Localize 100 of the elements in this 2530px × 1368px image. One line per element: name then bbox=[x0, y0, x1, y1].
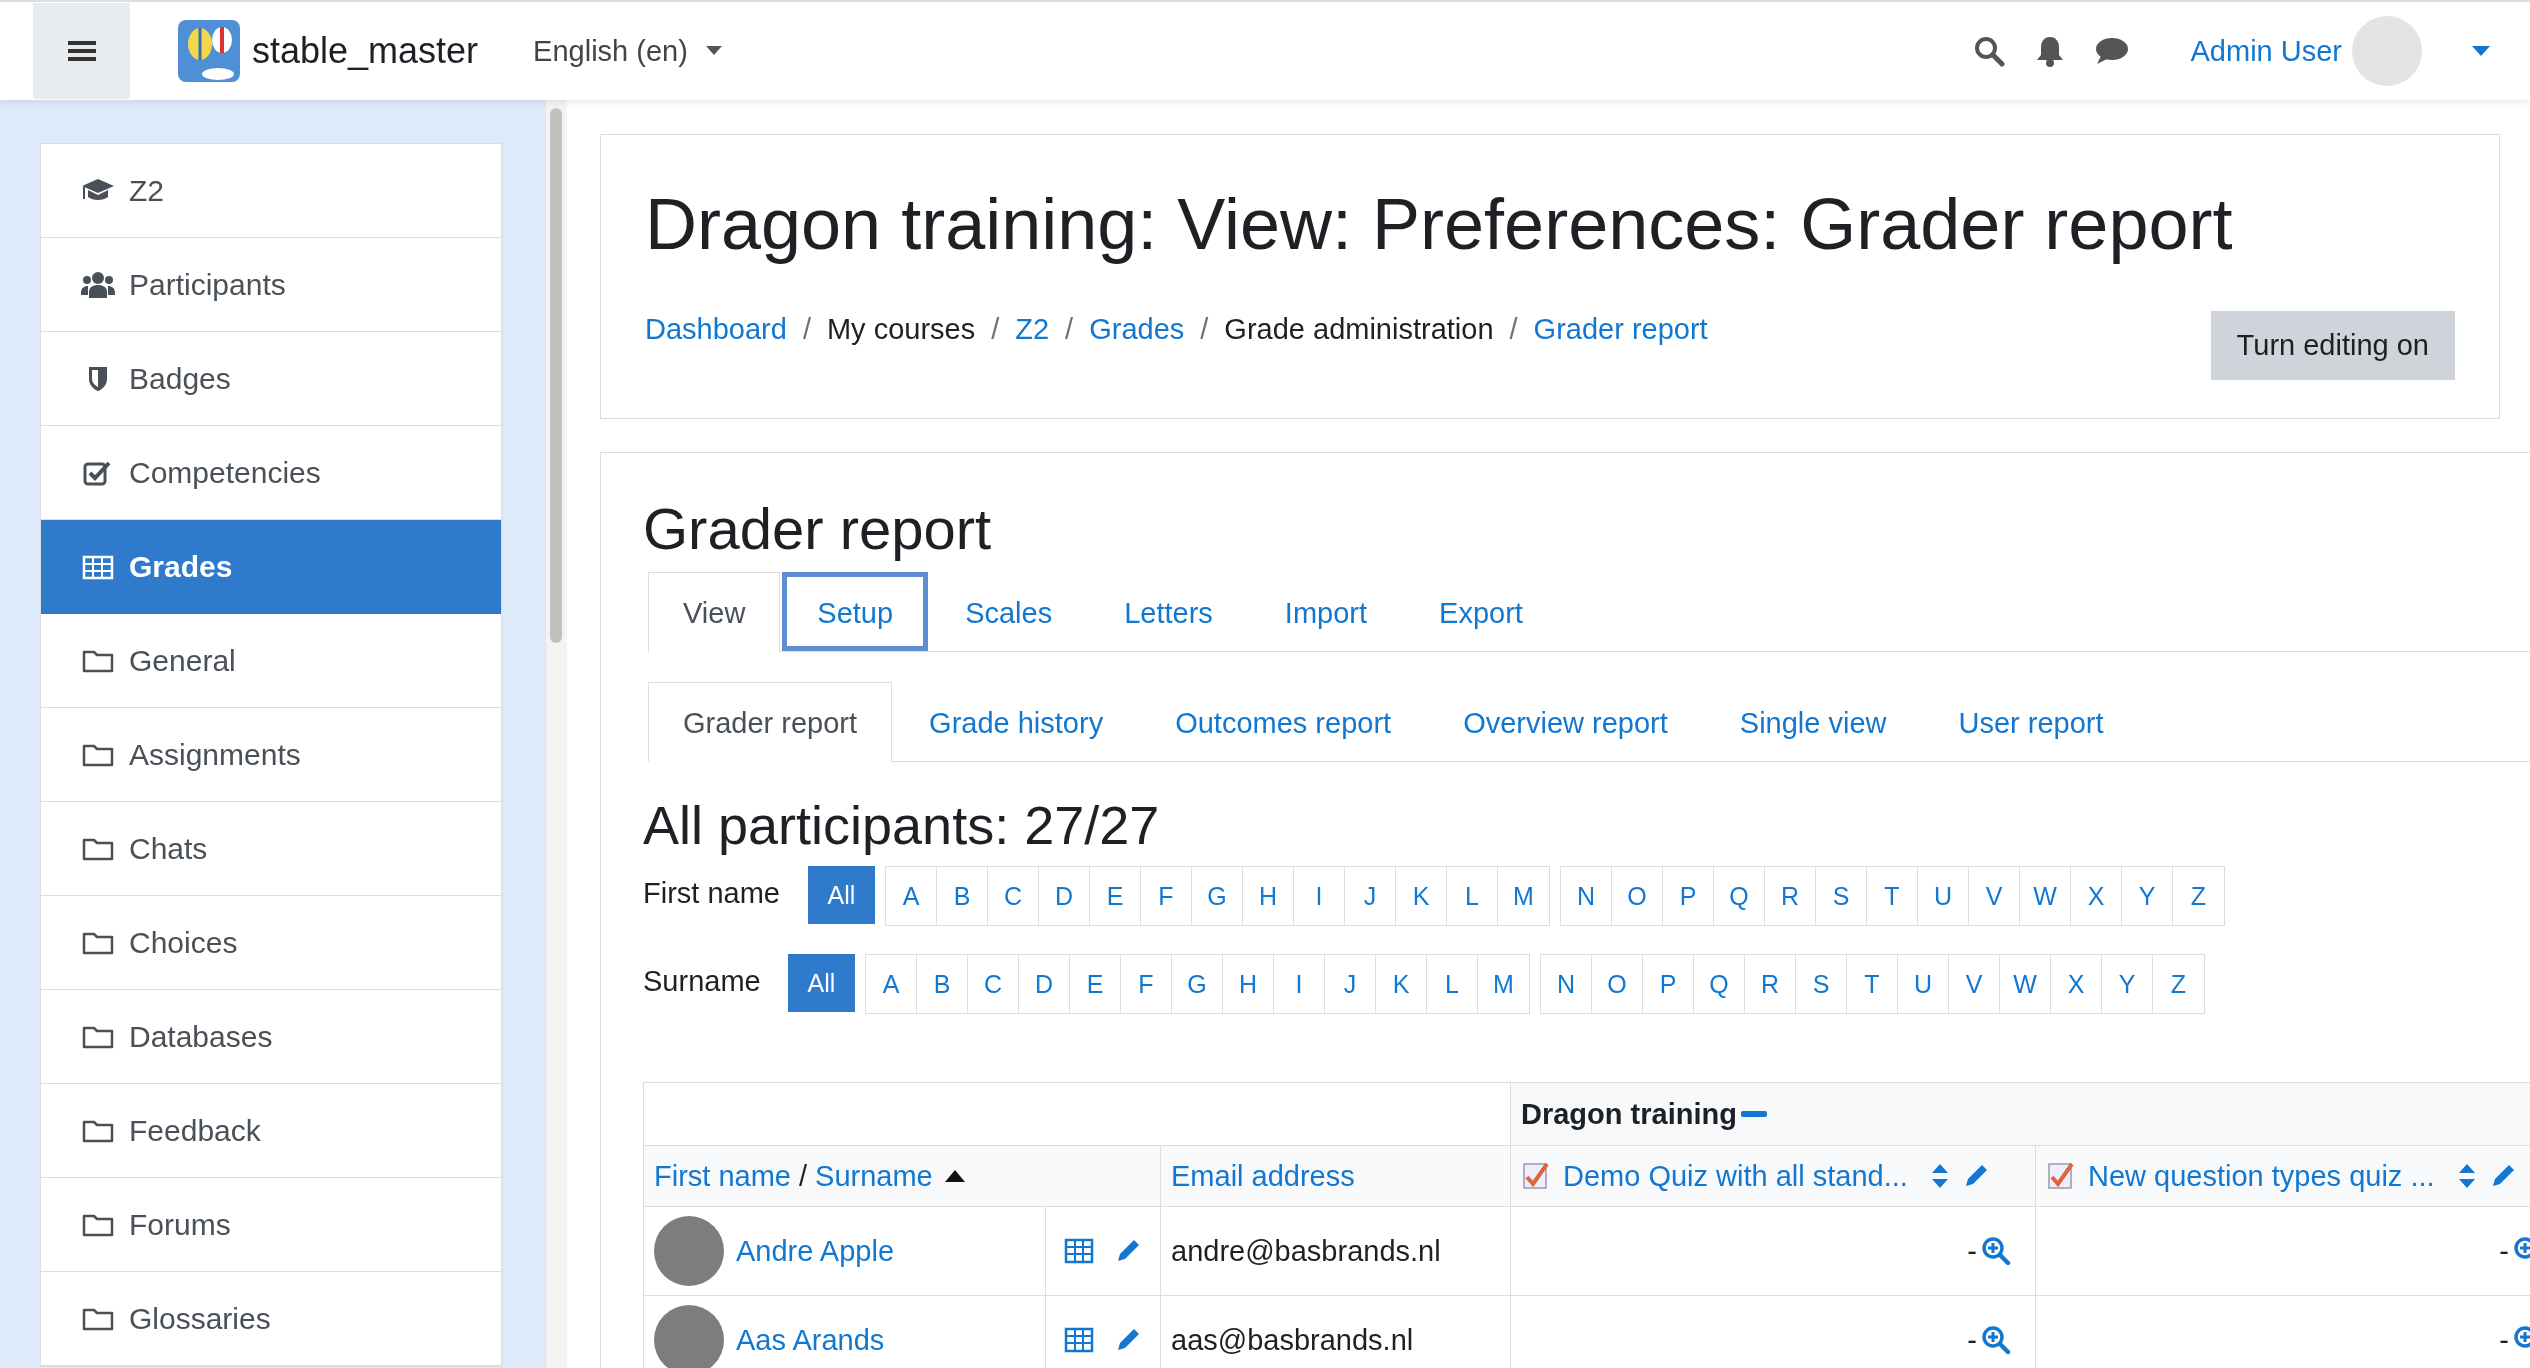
initial-filter-button[interactable]: O bbox=[1592, 955, 1643, 1013]
initial-filter-button[interactable]: A bbox=[886, 867, 937, 925]
initial-filter-button[interactable]: B bbox=[917, 955, 968, 1013]
tab[interactable]: User report bbox=[1923, 682, 2139, 761]
breadcrumb-link[interactable]: Z2 bbox=[1015, 313, 1050, 346]
tab[interactable]: Overview report bbox=[1428, 682, 1703, 761]
initial-filter-button[interactable]: L bbox=[1427, 955, 1478, 1013]
initial-filter-button[interactable]: G bbox=[1172, 955, 1223, 1013]
initial-filter-button[interactable]: D bbox=[1039, 867, 1090, 925]
sort-icon[interactable] bbox=[2456, 1162, 2477, 1190]
initial-filter-button[interactable]: H bbox=[1243, 867, 1294, 925]
tab[interactable]: Export bbox=[1404, 572, 1558, 651]
initial-filter-button[interactable]: Q bbox=[1714, 867, 1765, 925]
language-menu[interactable]: English (en) bbox=[533, 34, 722, 68]
sort-icon[interactable] bbox=[1929, 1162, 1950, 1190]
initial-filter-button[interactable]: V bbox=[1949, 955, 2000, 1013]
tab[interactable]: Outcomes report bbox=[1140, 682, 1427, 761]
initial-filter-button[interactable]: S bbox=[1816, 867, 1867, 925]
initial-filter-button[interactable]: F bbox=[1141, 867, 1192, 925]
initial-filter-button[interactable]: Q bbox=[1694, 955, 1745, 1013]
tab[interactable]: View bbox=[648, 572, 781, 652]
initial-filter-button[interactable]: B bbox=[937, 867, 988, 925]
breadcrumb-link[interactable]: Grader report bbox=[1533, 313, 1708, 346]
sidebar-item[interactable]: Assignments bbox=[41, 708, 501, 802]
sidebar-item[interactable]: Grades bbox=[41, 520, 501, 614]
chat-icon[interactable] bbox=[2094, 36, 2129, 66]
sidebar-item[interactable]: Choices bbox=[41, 896, 501, 990]
initial-filter-button[interactable]: Z bbox=[2153, 955, 2204, 1013]
bell-icon[interactable] bbox=[2034, 35, 2065, 67]
collapse-icon[interactable] bbox=[1740, 1110, 1767, 1118]
caret-icon[interactable] bbox=[2472, 46, 2490, 56]
sort-link[interactable]: First name bbox=[654, 1159, 791, 1193]
tab[interactable]: Import bbox=[1249, 572, 1403, 651]
sidebar-item[interactable]: Forums bbox=[41, 1178, 501, 1272]
initial-filter-button[interactable]: P bbox=[1643, 955, 1694, 1013]
tab[interactable]: Setup bbox=[782, 572, 929, 651]
initial-filter-button[interactable]: A bbox=[866, 955, 917, 1013]
initial-filter-button[interactable]: H bbox=[1223, 955, 1274, 1013]
initial-filter-button[interactable]: All bbox=[788, 954, 855, 1012]
user-name[interactable]: Admin User bbox=[2190, 34, 2342, 68]
menu-button[interactable] bbox=[33, 3, 130, 99]
initial-filter-button[interactable]: O bbox=[1612, 867, 1663, 925]
initial-filter-button[interactable]: M bbox=[1498, 867, 1549, 925]
scrollbar[interactable] bbox=[545, 100, 567, 1368]
initial-filter-button[interactable]: All bbox=[808, 866, 875, 924]
sort-link[interactable]: Surname bbox=[815, 1159, 933, 1193]
sidebar-item[interactable]: Feedback bbox=[41, 1084, 501, 1178]
initial-filter-button[interactable]: R bbox=[1745, 955, 1796, 1013]
sidebar-item[interactable]: Chats bbox=[41, 802, 501, 896]
sidebar-item[interactable]: Badges bbox=[41, 332, 501, 426]
initial-filter-button[interactable]: F bbox=[1121, 955, 1172, 1013]
initial-filter-button[interactable]: K bbox=[1376, 955, 1427, 1013]
initial-filter-button[interactable]: L bbox=[1447, 867, 1498, 925]
initial-filter-button[interactable]: K bbox=[1396, 867, 1447, 925]
site-name[interactable]: stable_master bbox=[252, 30, 479, 72]
zoom-in-icon[interactable] bbox=[1981, 1325, 2011, 1355]
breadcrumb-link[interactable]: Grades bbox=[1089, 313, 1185, 346]
sidebar-item[interactable]: Databases bbox=[41, 990, 501, 1084]
tab[interactable]: Single view bbox=[1704, 682, 1922, 761]
tab[interactable]: Letters bbox=[1089, 572, 1248, 651]
initial-filter-button[interactable]: S bbox=[1796, 955, 1847, 1013]
initial-filter-button[interactable]: T bbox=[1867, 867, 1918, 925]
initial-filter-button[interactable]: Z bbox=[2173, 867, 2224, 925]
user-name-link[interactable]: Andre Apple bbox=[736, 1234, 894, 1268]
initial-filter-button[interactable]: M bbox=[1478, 955, 1529, 1013]
initial-filter-button[interactable]: U bbox=[1918, 867, 1969, 925]
initial-filter-button[interactable]: E bbox=[1070, 955, 1121, 1013]
initial-filter-button[interactable]: X bbox=[2051, 955, 2102, 1013]
initial-filter-button[interactable]: C bbox=[968, 955, 1019, 1013]
initial-filter-button[interactable]: U bbox=[1898, 955, 1949, 1013]
initial-filter-button[interactable]: D bbox=[1019, 955, 1070, 1013]
initial-filter-button[interactable]: J bbox=[1325, 955, 1376, 1013]
initial-filter-button[interactable]: X bbox=[2071, 867, 2122, 925]
tab[interactable]: Grade history bbox=[894, 682, 1139, 761]
initial-filter-button[interactable]: Y bbox=[2102, 955, 2153, 1013]
initial-filter-button[interactable]: W bbox=[2020, 867, 2071, 925]
initial-filter-button[interactable]: Y bbox=[2122, 867, 2173, 925]
sidebar-item[interactable]: Z2 bbox=[41, 144, 501, 238]
table-icon[interactable] bbox=[1064, 1327, 1094, 1353]
sidebar-item[interactable]: Participants bbox=[41, 238, 501, 332]
sidebar-item[interactable]: General bbox=[41, 614, 501, 708]
zoom-in-icon[interactable] bbox=[1981, 1236, 2011, 1266]
turn-editing-on-button[interactable]: Turn editing on bbox=[2210, 311, 2455, 380]
initial-filter-button[interactable]: G bbox=[1192, 867, 1243, 925]
tab[interactable]: Grader report bbox=[648, 682, 893, 762]
initial-filter-button[interactable]: P bbox=[1663, 867, 1714, 925]
initial-filter-button[interactable]: I bbox=[1274, 955, 1325, 1013]
table-icon[interactable] bbox=[1064, 1238, 1094, 1264]
initial-filter-button[interactable]: T bbox=[1847, 955, 1898, 1013]
breadcrumb-link[interactable]: Dashboard bbox=[645, 313, 787, 346]
initial-filter-button[interactable]: J bbox=[1345, 867, 1396, 925]
initial-filter-button[interactable]: W bbox=[2000, 955, 2051, 1013]
initial-filter-button[interactable]: R bbox=[1765, 867, 1816, 925]
initial-filter-button[interactable]: C bbox=[988, 867, 1039, 925]
search-icon[interactable] bbox=[1972, 35, 2005, 67]
initial-filter-button[interactable]: N bbox=[1561, 867, 1612, 925]
initial-filter-button[interactable]: E bbox=[1090, 867, 1141, 925]
initial-filter-button[interactable]: V bbox=[1969, 867, 2020, 925]
user-name-link[interactable]: Aas Arands bbox=[736, 1323, 885, 1357]
sidebar-item[interactable]: Glossaries bbox=[41, 1272, 501, 1366]
